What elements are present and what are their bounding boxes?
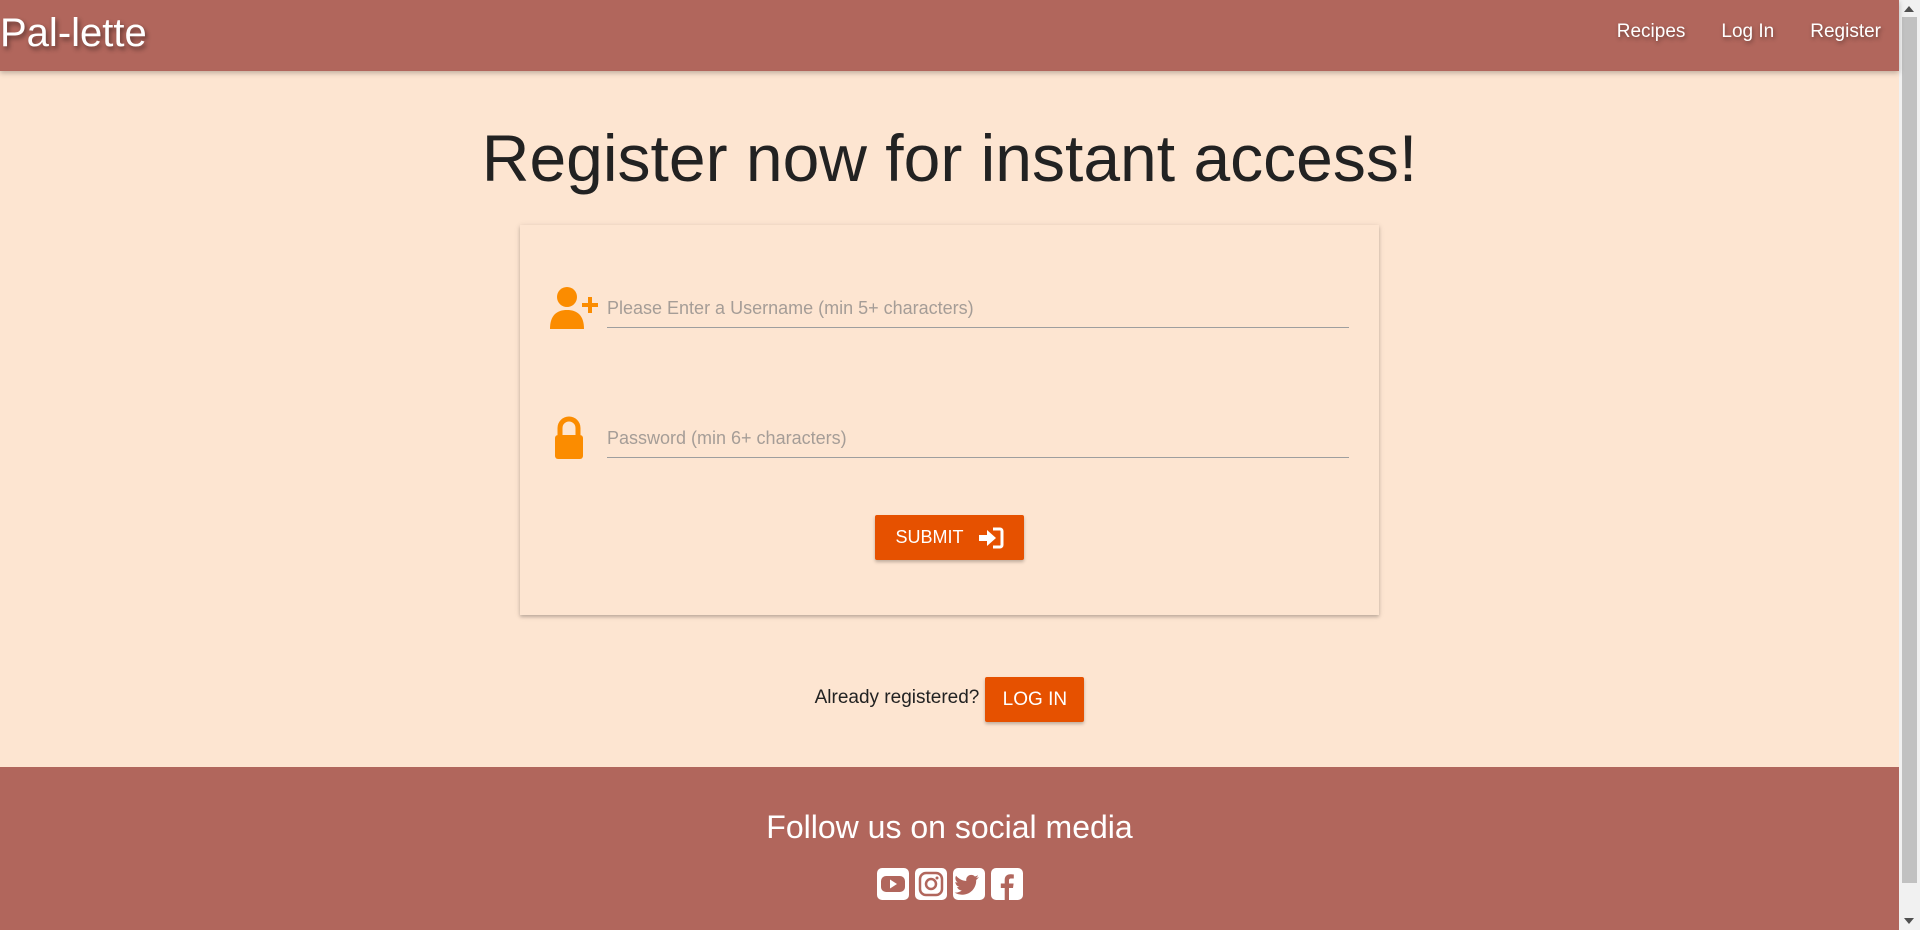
page-title: Register now for instant access! bbox=[481, 121, 1418, 195]
youtube-icon[interactable] bbox=[876, 867, 910, 901]
facebook-icon[interactable] bbox=[990, 867, 1024, 901]
user-plus-icon bbox=[550, 287, 598, 329]
nav-link-register[interactable]: Register bbox=[1810, 21, 1881, 43]
nav-links: Recipes Log In Register bbox=[1581, 0, 1881, 64]
username-field-group bbox=[550, 279, 1350, 339]
password-input[interactable] bbox=[607, 419, 1349, 458]
nav-link-recipes[interactable]: Recipes bbox=[1617, 21, 1686, 43]
login-button[interactable]: LOG IN bbox=[985, 677, 1085, 722]
nav-link-login[interactable]: Log In bbox=[1721, 21, 1774, 43]
submit-button[interactable]: SUBMIT bbox=[875, 515, 1024, 560]
username-input[interactable] bbox=[607, 289, 1349, 328]
page: Pal-lette Recipes Log In Register Regist… bbox=[0, 0, 1899, 930]
register-form: SUBMIT bbox=[520, 225, 1379, 615]
twitter-icon[interactable] bbox=[952, 867, 986, 901]
lock-icon bbox=[555, 416, 583, 459]
submit-button-label: SUBMIT bbox=[895, 527, 964, 547]
footer: Follow us on social media bbox=[0, 767, 1899, 930]
password-field-group bbox=[550, 409, 1350, 469]
instagram-icon[interactable] bbox=[914, 867, 948, 901]
scroll-down-arrow-icon[interactable] bbox=[1904, 918, 1914, 924]
navbar: Pal-lette Recipes Log In Register bbox=[0, 0, 1899, 71]
scrollbar-thumb[interactable] bbox=[1902, 17, 1917, 883]
scrollbar[interactable] bbox=[1899, 0, 1920, 930]
sign-in-icon bbox=[978, 527, 1003, 548]
social-links bbox=[0, 867, 1899, 901]
already-registered-row: Already registered? LOG IN bbox=[0, 677, 1899, 722]
already-registered-text: Already registered? bbox=[814, 686, 980, 708]
footer-title: Follow us on social media bbox=[766, 809, 1133, 845]
scroll-up-arrow-icon[interactable] bbox=[1904, 6, 1914, 12]
brand-logo[interactable]: Pal-lette bbox=[0, 8, 147, 58]
